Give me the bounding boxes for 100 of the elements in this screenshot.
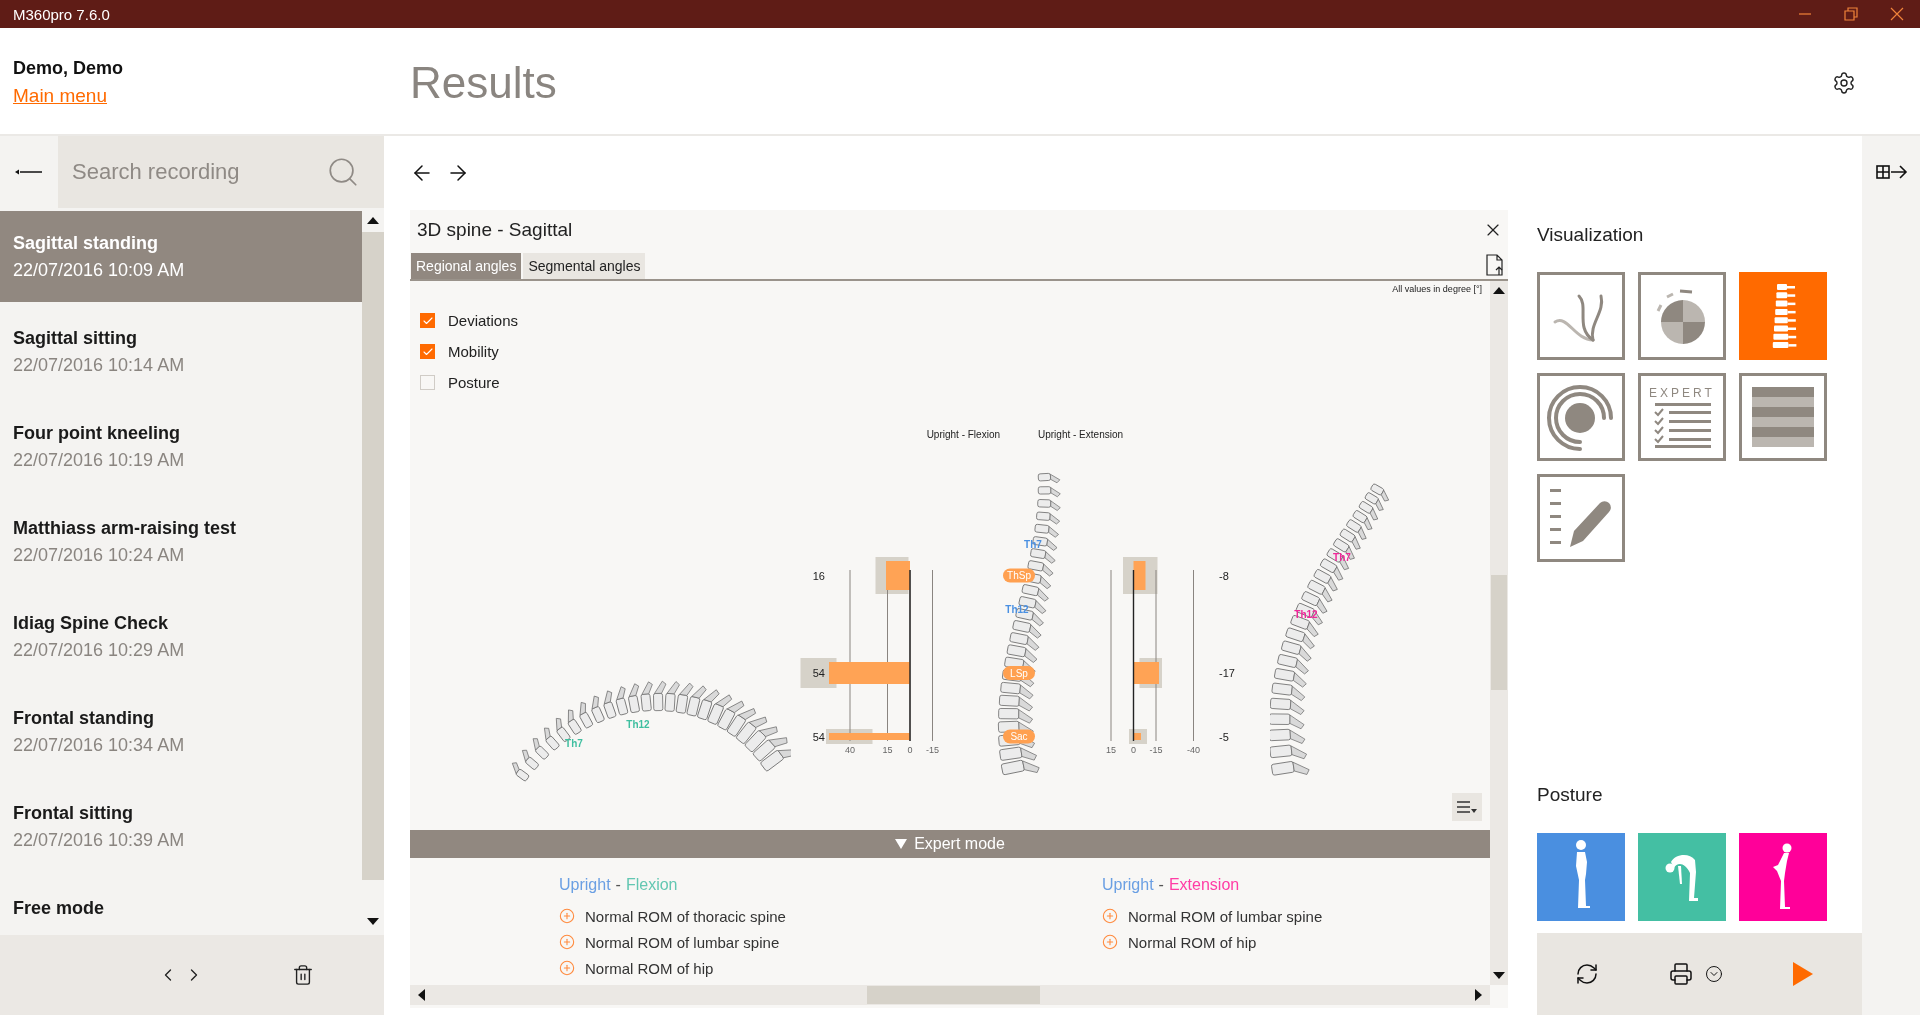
checklist-icon: [1653, 401, 1711, 448]
visualization-tile[interactable]: [1638, 272, 1726, 360]
scroll-left-icon[interactable]: [417, 989, 425, 1001]
visualization-tile[interactable]: [1537, 272, 1625, 360]
user-name: Demo, Demo: [13, 58, 124, 79]
search-field[interactable]: Search recording: [58, 136, 384, 208]
rings-icon: [1546, 382, 1616, 452]
plus-circle-icon[interactable]: [1102, 908, 1118, 924]
window-title: M360pro 7.6.0: [13, 5, 110, 23]
refresh-icon[interactable]: [1575, 962, 1599, 986]
scrollbar-thumb[interactable]: [867, 986, 1040, 1004]
scroll-right-icon[interactable]: [1475, 989, 1483, 1001]
reading-value: -8: [1219, 569, 1229, 582]
panel-title: 3D spine - Sagittal: [417, 219, 573, 241]
scroll-up-icon[interactable]: [367, 216, 379, 224]
posture-tile[interactable]: [1638, 833, 1726, 921]
plus-circle-icon[interactable]: [559, 908, 575, 924]
person-bending-forward-icon: [1665, 852, 1699, 902]
recording-item[interactable]: Sagittal sitting 22/07/2016 10:14 AM: [0, 306, 362, 397]
tick-label: -15: [926, 745, 939, 755]
vertebra-label: Th12: [1005, 604, 1029, 615]
finding-text: Normal ROM of lumbar spine: [1128, 907, 1323, 925]
recording-item[interactable]: Idiag Spine Check 22/07/2016 10:29 AM: [0, 591, 362, 682]
recording-item[interactable]: Free mode: [0, 876, 362, 935]
finding-text: Normal ROM of hip: [585, 959, 714, 977]
checkbox[interactable]: [420, 375, 435, 390]
settings-icon[interactable]: [1832, 71, 1856, 95]
visualization-tile[interactable]: [1739, 373, 1827, 461]
bar: [886, 561, 910, 590]
visualization-tile[interactable]: [1537, 474, 1625, 562]
print-icon[interactable]: [1669, 962, 1693, 986]
search-icon[interactable]: [326, 155, 360, 189]
finding-text: Normal ROM of hip: [1128, 933, 1257, 951]
plus-circle-icon[interactable]: [559, 934, 575, 950]
heading-text: Flexion: [625, 875, 678, 895]
reading-value: -17: [1219, 667, 1235, 679]
section-title: Posture: [1537, 784, 1604, 806]
posture-tile[interactable]: [1739, 833, 1827, 921]
data-label: 16: [812, 569, 825, 582]
tick-label: -15: [1149, 745, 1163, 755]
finding-text: Normal ROM of lumbar spine: [585, 933, 780, 951]
checkbox-label: Posture: [448, 374, 500, 391]
tick-label: 0: [1131, 745, 1136, 755]
recording-item[interactable]: Four point kneeling 22/07/2016 10:19 AM: [0, 401, 362, 492]
posture-tile[interactable]: [1537, 833, 1625, 921]
heading-text: Upright: [1102, 875, 1154, 895]
visualization-tile[interactable]: [1537, 373, 1625, 461]
vertebra-label: Th7: [1333, 552, 1351, 563]
person-leaning-back-icon: [1772, 843, 1794, 911]
tab[interactable]: Segmental angles: [523, 253, 646, 279]
tick-label: 15: [882, 745, 893, 755]
checkbox-label: Deviations: [448, 312, 519, 329]
recording-item[interactable]: Frontal standing 22/07/2016 10:34 AM: [0, 686, 362, 777]
bar: [1133, 733, 1141, 740]
restore-icon[interactable]: [1844, 7, 1858, 21]
vertebra-label: Th7: [565, 738, 583, 749]
plus-circle-icon[interactable]: [1102, 934, 1118, 950]
play-icon[interactable]: [1793, 962, 1813, 986]
scroll-up-icon[interactable]: [1493, 286, 1505, 294]
chart-title: Upright - Flexion: [926, 429, 1000, 441]
heading-text: -: [1158, 875, 1164, 895]
reading-value: -5: [1219, 730, 1229, 743]
checkbox[interactable]: [420, 344, 435, 359]
menu-icon: [1457, 800, 1477, 814]
heading-text: Extension: [1168, 875, 1240, 895]
vertebra-label: Th12: [1294, 609, 1318, 620]
units-note: All values in degree [°]: [1392, 283, 1483, 295]
stripes-icon: [1752, 387, 1814, 447]
chart-title: Upright - Extension: [1038, 429, 1124, 441]
recording-item[interactable]: Frontal sitting 22/07/2016 10:39 AM: [0, 781, 362, 872]
plus-circle-icon[interactable]: [559, 960, 575, 976]
vertebra-label: Th12: [626, 719, 650, 730]
export-document-icon[interactable]: [1486, 254, 1504, 276]
grid-arrow-icon[interactable]: [1876, 164, 1908, 180]
tick-label: -40: [1187, 745, 1200, 755]
visualization-tile[interactable]: EXPERT: [1638, 373, 1726, 461]
visualization-tile[interactable]: [1739, 272, 1827, 360]
heading-text: Upright: [559, 875, 611, 895]
data-label: 54: [812, 730, 825, 743]
scroll-down-icon[interactable]: [367, 918, 379, 926]
search-input[interactable]: Search recording: [72, 152, 326, 192]
tick-label: 0: [907, 745, 913, 755]
menu-button[interactable]: [1452, 793, 1482, 821]
dropdown-icon[interactable]: [1705, 965, 1723, 983]
trash-icon[interactable]: [292, 964, 314, 986]
recording-item[interactable]: Matthiass arm-raising test 22/07/2016 10:24 AM: [0, 496, 362, 587]
region-label: ThSp: [1003, 568, 1035, 583]
tick-label: 15: [1106, 745, 1116, 755]
page-title: Results: [410, 58, 557, 108]
data-label: 54: [812, 667, 825, 679]
collapse-icon[interactable]: [15, 168, 43, 176]
vertebra-label: Th7: [1024, 539, 1042, 550]
scrollbar-thumb[interactable]: [1491, 575, 1507, 690]
region-label: LSp: [1003, 666, 1035, 680]
section-title: Visualization: [1537, 224, 1645, 246]
checkbox[interactable]: [420, 313, 435, 328]
tick-label: 40: [845, 745, 855, 755]
scroll-down-icon[interactable]: [1493, 972, 1505, 980]
checkbox-label: Mobility: [448, 343, 499, 360]
bar: [1133, 662, 1159, 684]
